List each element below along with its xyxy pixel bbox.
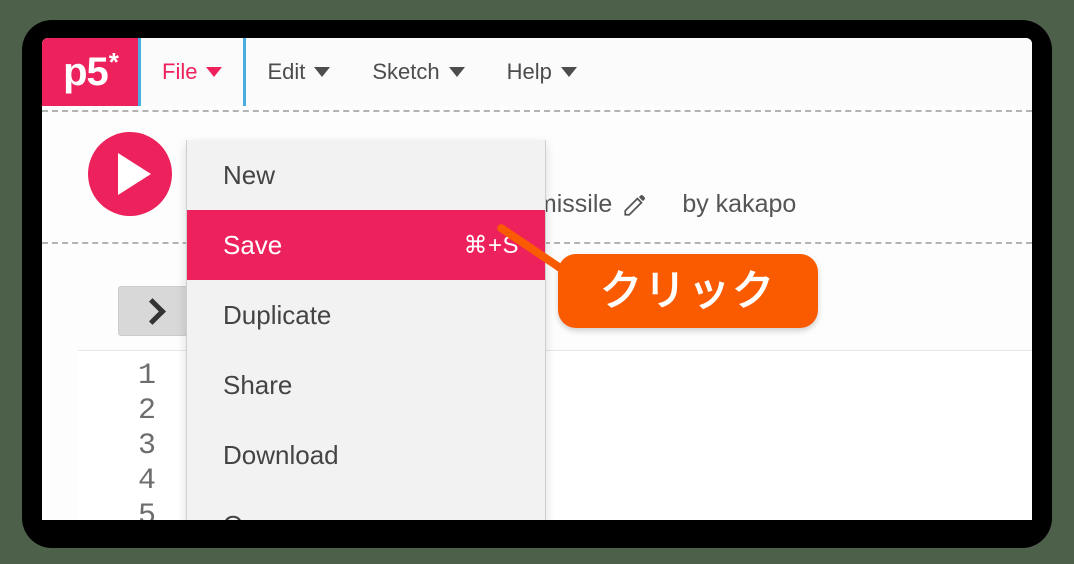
line-number: 2: [137, 394, 156, 428]
sidebar-toggle-button[interactable]: [118, 286, 192, 336]
menu-bar: p5 * File Edit Sketch Help: [42, 38, 1032, 106]
chevron-down-icon: [314, 67, 331, 77]
menu-item-edit-label: Edit: [267, 59, 306, 84]
p5-web-editor-window: p5 * File Edit Sketch Help missile by ka…: [42, 38, 1032, 520]
file-menu-item-new-label: New: [223, 159, 276, 190]
file-menu-item-open[interactable]: Open: [187, 490, 545, 521]
line-number: 5: [137, 499, 156, 520]
p5-logo-star: *: [108, 47, 119, 77]
line-number: 1: [137, 359, 156, 393]
menu-item-help[interactable]: Help: [486, 38, 598, 106]
menu-item-file[interactable]: File: [138, 38, 247, 106]
play-sketch-button[interactable]: [88, 132, 172, 216]
sketch-name[interactable]: missile: [536, 190, 612, 219]
line-number-gutter: 1 2 3 4 5: [78, 351, 166, 520]
file-menu-item-duplicate[interactable]: Duplicate: [187, 280, 545, 350]
chevron-down-icon: [560, 67, 577, 77]
file-menu-item-download[interactable]: Download: [187, 420, 545, 490]
pencil-icon[interactable]: [622, 192, 648, 218]
file-menu-item-duplicate-label: Duplicate: [223, 299, 332, 330]
menu-item-list: File Edit Sketch Help: [138, 38, 598, 106]
line-number: 3: [137, 429, 156, 463]
menu-item-file-label: File: [162, 59, 198, 84]
file-menu-item-share[interactable]: Share: [187, 350, 545, 420]
line-number: 4: [137, 464, 156, 498]
file-menu-item-new[interactable]: New: [187, 140, 545, 210]
sketch-info: n missile by kakapo: [512, 190, 796, 219]
menu-item-help-label: Help: [506, 59, 552, 84]
menu-item-sketch[interactable]: Sketch: [351, 38, 485, 106]
menu-item-sketch-label: Sketch: [372, 59, 440, 84]
p5-logo-text: p5: [63, 50, 109, 94]
sketch-author: by kakapo: [682, 190, 797, 218]
divider-dashed-top: [42, 110, 1032, 112]
file-menu-item-share-label: Share: [223, 369, 293, 400]
chevron-down-icon: [206, 67, 223, 77]
screenshot-stage: p5 * File Edit Sketch Help missile by ka…: [0, 0, 1074, 564]
play-icon: [118, 153, 151, 195]
callout-label: クリック: [599, 267, 776, 314]
chevron-down-icon: [448, 67, 465, 77]
file-menu-item-save[interactable]: Save ⌘+S: [187, 210, 545, 280]
file-dropdown-menu: New Save ⌘+S Duplicate Share Download Op…: [186, 140, 546, 520]
file-menu-item-download-label: Download: [223, 439, 339, 470]
file-menu-item-open-label: Open: [223, 510, 287, 521]
p5-logo[interactable]: p5 *: [42, 38, 138, 106]
callout-bubble: クリック: [558, 254, 818, 328]
chevron-right-icon: [139, 297, 166, 325]
menu-item-edit[interactable]: Edit: [246, 38, 351, 106]
file-menu-item-save-label: Save: [223, 229, 283, 260]
